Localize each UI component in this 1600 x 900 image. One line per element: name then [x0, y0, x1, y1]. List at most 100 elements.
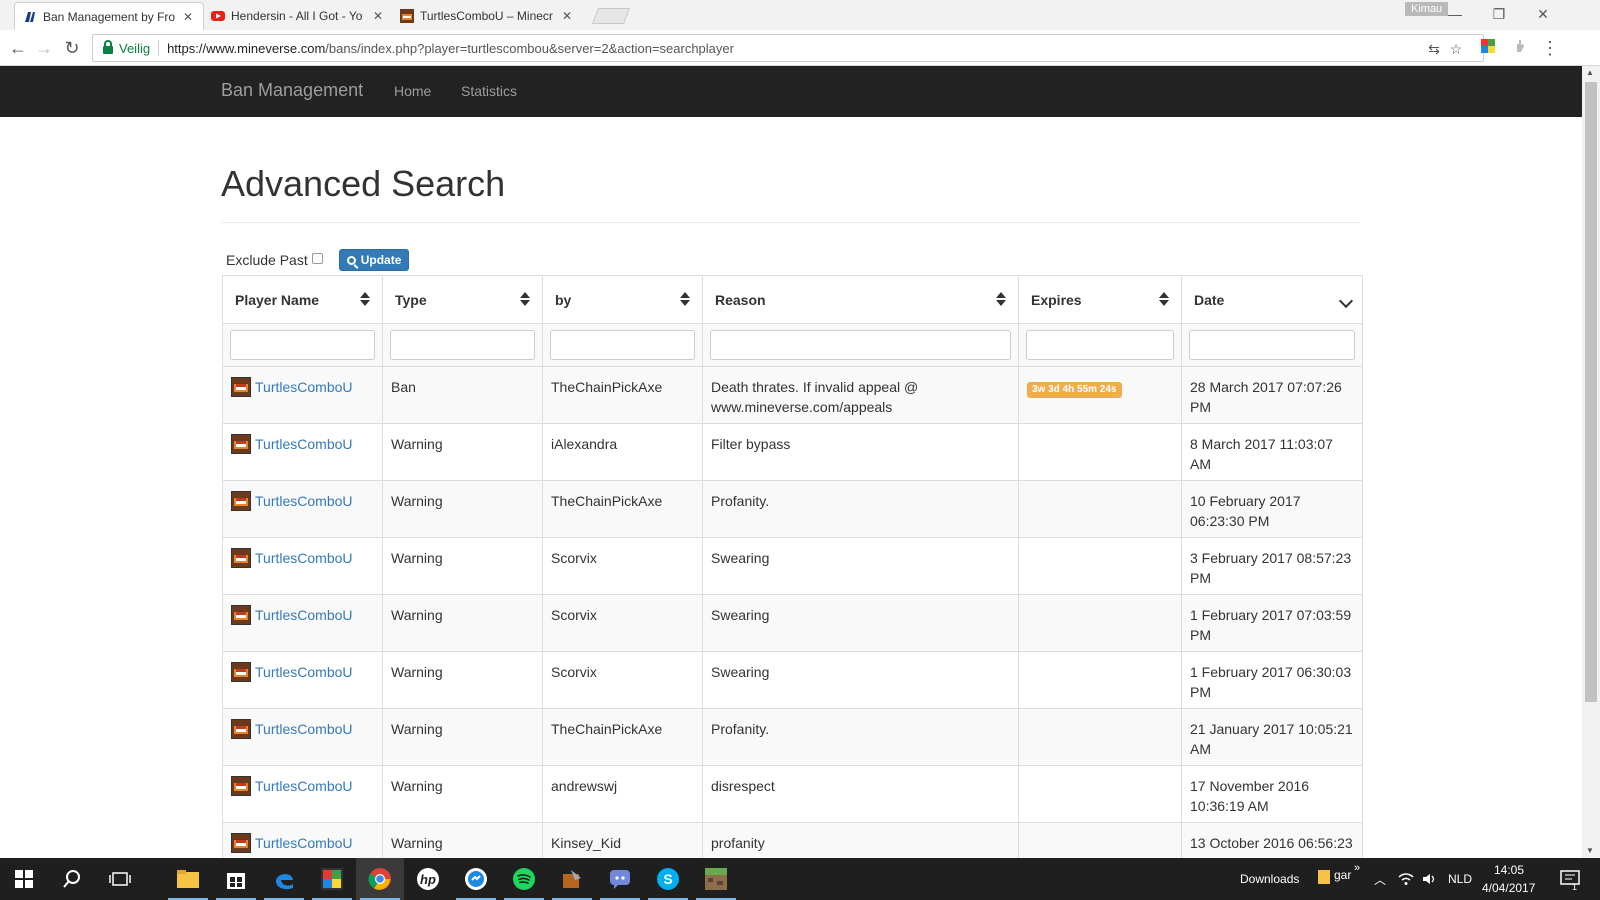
table-row: TurtlesComboU Warning andrewswj disrespect 1… [222, 765, 1363, 823]
chrome-icon[interactable] [356, 858, 404, 900]
search-icon[interactable] [48, 858, 96, 900]
table-row: TurtlesComboU Warning Scorvix Swearing 1 Feb… [222, 651, 1363, 709]
address-bar[interactable]: Veilig https://www.mineverse.com/bans/in… [92, 34, 1484, 62]
new-tab-button[interactable] [592, 8, 630, 24]
chevron-up-icon[interactable]: ︿ [1374, 871, 1386, 888]
column-header-reason[interactable]: Reason [702, 275, 1019, 324]
player-name-text[interactable]: TurtlesComboU [255, 776, 353, 796]
update-button[interactable]: Update [338, 249, 410, 271]
cell-reason: Swearing [702, 594, 1019, 652]
menu-kebab-icon[interactable]: ⋮ [1538, 36, 1562, 60]
column-header-by[interactable]: by [542, 275, 703, 324]
minimize-icon[interactable]: — [1440, 4, 1470, 24]
downloads-toolbar-label[interactable]: Downloads [1240, 872, 1299, 886]
player-name-text[interactable]: TurtlesComboU [255, 491, 353, 511]
close-tab-icon[interactable]: ✕ [181, 10, 195, 24]
store-icon[interactable] [212, 858, 260, 900]
browser-tab-turtlescombou[interactable]: TurtlesComboU – Minecr ✕ [392, 2, 582, 30]
folder-toolbar-label[interactable]: gar [1334, 868, 1351, 882]
task-view-icon[interactable] [96, 858, 144, 900]
player-link[interactable]: TurtlesComboU [231, 605, 374, 625]
media-app-icon[interactable] [308, 858, 356, 900]
windows-start-icon[interactable] [0, 858, 48, 900]
player-name-text[interactable]: TurtlesComboU [255, 719, 353, 739]
player-link[interactable]: TurtlesComboU [231, 491, 374, 511]
translate-icon[interactable]: ⇆ [1425, 41, 1443, 59]
cell-reason: Profanity. [702, 480, 1019, 538]
exclude-past-checkbox[interactable] [311, 252, 323, 264]
scrollbar-thumb[interactable] [1585, 82, 1597, 702]
date-filter-input[interactable] [1189, 330, 1355, 360]
restore-icon[interactable]: ❐ [1484, 4, 1514, 24]
site-brand[interactable]: Ban Management [221, 80, 363, 101]
cell-expires [1018, 822, 1182, 858]
back-arrow-icon[interactable]: ← [6, 36, 30, 60]
app-icon[interactable] [548, 858, 596, 900]
close-tab-icon[interactable]: ✕ [371, 9, 385, 23]
player-head-icon [231, 377, 251, 397]
player-name-text[interactable]: TurtlesComboU [255, 434, 353, 454]
clock-time[interactable]: 14:05 [1494, 863, 1524, 877]
cell-expires: 3w 3d 4h 55m 24s [1018, 366, 1182, 424]
player-name-text[interactable]: TurtlesComboU [255, 377, 353, 397]
nav-link-home[interactable]: Home [394, 83, 431, 99]
column-header-date[interactable]: Date [1181, 275, 1363, 324]
browser-tab-youtube[interactable]: Hendersin - All I Got - Yo ✕ [203, 2, 393, 30]
column-header-expires[interactable]: Expires [1018, 275, 1182, 324]
wifi-icon[interactable] [1398, 872, 1414, 886]
sort-icon [996, 290, 1006, 308]
player-link[interactable]: TurtlesComboU [231, 776, 374, 796]
extension-icon[interactable] [1480, 38, 1496, 54]
player-link[interactable]: TurtlesComboU [231, 434, 374, 454]
messenger-icon[interactable] [452, 858, 500, 900]
minecraft-icon[interactable] [692, 858, 740, 900]
player-head-icon [231, 833, 251, 853]
player-name-text[interactable]: TurtlesComboU [255, 605, 353, 625]
player-link[interactable]: TurtlesComboU [231, 662, 374, 682]
cell-date: 17 November 2016 10:36:19 AM [1181, 765, 1363, 823]
scroll-down-arrow-icon[interactable]: ▼ [1586, 846, 1594, 855]
by-filter-input[interactable] [550, 330, 695, 360]
reload-icon[interactable]: ↻ [60, 36, 84, 60]
player-link[interactable]: TurtlesComboU [231, 377, 374, 397]
bookmark-star-icon[interactable]: ☆ [1447, 41, 1465, 59]
skype-icon[interactable]: S [644, 858, 692, 900]
column-header-player-name[interactable]: Player Name [222, 275, 383, 324]
results-table: Player Name Type by Reason Expires Date … [222, 275, 1363, 858]
input-language-indicator[interactable]: NLD [1448, 872, 1472, 886]
type-filter-input[interactable] [390, 330, 535, 360]
reason-filter-input[interactable] [710, 330, 1011, 360]
player-name-text[interactable]: TurtlesComboU [255, 548, 353, 568]
column-header-type[interactable]: Type [382, 275, 543, 324]
extension-hand-icon[interactable] [1512, 38, 1528, 54]
forward-arrow-icon[interactable]: → [32, 36, 56, 60]
player-link[interactable]: TurtlesComboU [231, 833, 374, 853]
player-name-text[interactable]: TurtlesComboU [255, 833, 353, 853]
table-row: TurtlesComboU Warning iAlexandra Filter byp… [222, 423, 1363, 481]
spotify-icon[interactable] [500, 858, 548, 900]
close-tab-icon[interactable]: ✕ [560, 9, 574, 23]
player-link[interactable]: TurtlesComboU [231, 719, 374, 739]
close-window-icon[interactable]: ✕ [1528, 4, 1558, 24]
clock-date[interactable]: 4/04/2017 [1482, 881, 1535, 895]
filter-bar: Exclude Past Update [226, 249, 410, 271]
vertical-scrollbar[interactable]: ▲ ▼ [1582, 66, 1600, 858]
scroll-up-arrow-icon[interactable]: ▲ [1586, 68, 1594, 77]
cell-expires [1018, 594, 1182, 652]
browser-tab-ban-management[interactable]: Ban Management by Fro ✕ [14, 2, 204, 30]
sort-icon [680, 290, 690, 308]
folder-icon[interactable] [1318, 870, 1330, 884]
hp-icon[interactable]: hp [404, 858, 452, 900]
player-link[interactable]: TurtlesComboU [231, 548, 374, 568]
toolbar-overflow-icon[interactable]: » [1354, 862, 1360, 874]
discord-icon[interactable] [596, 858, 644, 900]
cell-player: TurtlesComboU [222, 537, 383, 595]
player-name-text[interactable]: TurtlesComboU [255, 662, 353, 682]
file-explorer-icon[interactable] [164, 858, 212, 900]
volume-icon[interactable] [1422, 872, 1438, 886]
player-name-filter-input[interactable] [230, 330, 375, 360]
cell-date: 1 February 2017 07:03:59 PM [1181, 594, 1363, 652]
edge-icon[interactable] [260, 858, 308, 900]
nav-link-statistics[interactable]: Statistics [461, 83, 517, 99]
expires-filter-input[interactable] [1026, 330, 1174, 360]
